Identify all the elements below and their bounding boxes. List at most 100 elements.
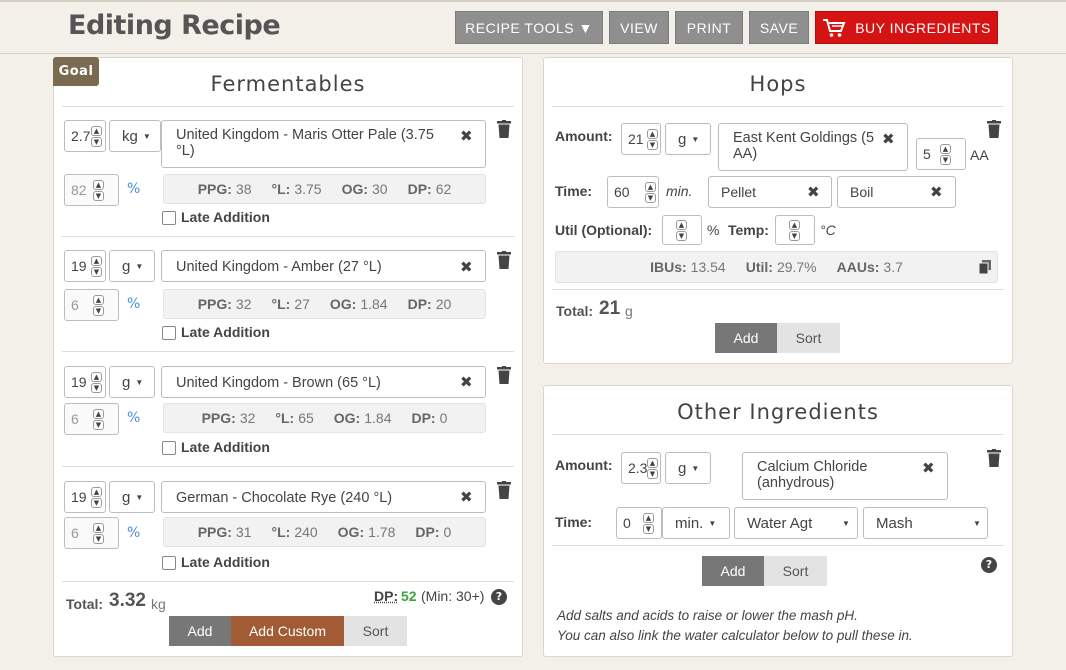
percent-stepper[interactable]: ▲ ▼ [93, 408, 104, 430]
lovibond-value: 65 [298, 410, 314, 426]
add-other-button[interactable]: Add [702, 556, 764, 586]
unit-select[interactable]: g ▼ [109, 250, 155, 282]
util-stepper[interactable]: ▲ ▼ [676, 219, 687, 241]
other-type-select[interactable]: Water Agt ▼ [734, 507, 858, 539]
other-ingredient-name[interactable]: Calcium Chloride (anhydrous) [742, 452, 948, 500]
clear-icon[interactable]: ✖ [882, 130, 895, 148]
divider [552, 106, 1004, 107]
clear-icon[interactable]: ✖ [460, 488, 473, 506]
percent-stepper[interactable]: ▲ ▼ [93, 522, 104, 544]
sort-hops-button[interactable]: Sort [777, 323, 840, 353]
late-addition-checkbox[interactable] [162, 211, 176, 225]
trash-icon[interactable] [987, 120, 1001, 138]
dp-value: 62 [435, 181, 452, 197]
dp-total-label: DP: [374, 588, 399, 604]
hop-form-value: Pellet [721, 184, 757, 200]
help-icon[interactable]: ? [491, 589, 507, 605]
unit-select[interactable]: g ▼ [109, 366, 155, 398]
amount-stepper[interactable]: ▲ ▼ [91, 125, 102, 147]
hops-time-stepper[interactable]: ▲ ▼ [645, 181, 656, 203]
other-time-unit-select[interactable]: min. ▼ [662, 507, 730, 539]
recipe-tools-button[interactable]: RECIPE TOOLS ▼ [455, 11, 603, 44]
fermentable-name[interactable]: German - Chocolate Rye (240 °L) [161, 481, 486, 513]
percent-input[interactable]: 6 [64, 289, 119, 321]
clear-icon[interactable]: ✖ [807, 183, 820, 201]
trash-icon[interactable] [497, 251, 511, 269]
other-amount-stepper[interactable]: ▲ ▼ [647, 457, 658, 479]
goal-tab[interactable]: Goal [53, 57, 99, 86]
hops-total-label: Total: [556, 303, 594, 319]
help-icon[interactable]: ? [981, 557, 997, 573]
aa-stepper[interactable]: ▲ ▼ [940, 143, 951, 165]
percent-input[interactable]: 6 [64, 403, 119, 435]
save-button[interactable]: SAVE [749, 11, 809, 44]
percent-input[interactable]: 6 [64, 517, 119, 549]
aa-label: AA [970, 147, 989, 163]
lovibond-value: 240 [294, 524, 318, 540]
hops-time-value: 60 [614, 184, 630, 200]
add-fermentable-button[interactable]: Add [169, 616, 231, 646]
late-addition-checkbox[interactable] [162, 326, 176, 340]
trash-icon[interactable] [497, 120, 511, 138]
hops-unit-select[interactable]: g ▼ [665, 123, 711, 155]
print-button[interactable]: PRINT [675, 11, 743, 44]
late-addition-checkbox[interactable] [162, 441, 176, 455]
add-hop-button[interactable]: Add [715, 323, 777, 353]
buy-ingredients-button[interactable]: BUY INGREDIENTS [815, 11, 998, 44]
util-stat-label: Util: [745, 259, 773, 275]
percent-stepper[interactable]: ▲ ▼ [93, 179, 104, 201]
temp-stepper[interactable]: ▲ ▼ [789, 219, 800, 241]
amount-stepper[interactable]: ▲ ▼ [91, 486, 102, 508]
util-label: Util (Optional): [555, 222, 653, 238]
og-value: 1.84 [364, 410, 392, 426]
late-addition-checkbox[interactable] [162, 556, 176, 570]
ppg-label: PPG: [197, 181, 232, 197]
amount-stepper[interactable]: ▲ ▼ [91, 255, 102, 277]
fermentable-name[interactable]: United Kingdom - Maris Otter Pale (3.75 … [161, 120, 486, 168]
unit-select[interactable]: g ▼ [109, 481, 155, 513]
chevron-down-icon: ▼ [142, 131, 151, 141]
amount-stepper[interactable]: ▲ ▼ [91, 371, 102, 393]
percent-stepper[interactable]: ▲ ▼ [93, 294, 104, 316]
total-unit: kg [151, 596, 166, 612]
percent-symbol: % [127, 525, 141, 541]
other-time-value: 0 [623, 515, 631, 531]
sort-other-button[interactable]: Sort [764, 556, 827, 586]
hops-unit-value: g [678, 130, 687, 148]
other-time-stepper[interactable]: ▲ ▼ [643, 512, 654, 534]
view-button[interactable]: VIEW [609, 11, 669, 44]
other-use-select[interactable]: Mash ▼ [863, 507, 988, 539]
dp-value: 0 [443, 524, 452, 540]
clear-icon[interactable]: ✖ [460, 373, 473, 391]
hop-stats: IBUs: 13.54 Util: 29.7% AAUs: 3.7 [555, 251, 998, 283]
late-addition-label: Late Addition [181, 554, 270, 570]
trash-icon[interactable] [497, 481, 511, 499]
other-time-input[interactable]: 0 [616, 507, 662, 539]
other-time-unit-value: min. [675, 514, 704, 532]
fermentable-name[interactable]: United Kingdom - Amber (27 °L) [161, 250, 486, 282]
copy-icon[interactable] [979, 260, 991, 274]
chevron-down-icon: ▼ [691, 463, 700, 473]
unit-select[interactable]: kg ▼ [109, 120, 161, 152]
hops-total-value: 21 [599, 298, 621, 319]
ppg-value: 38 [235, 181, 252, 197]
clear-icon[interactable]: ✖ [460, 258, 473, 276]
percent-input[interactable]: 82 [64, 174, 119, 206]
sort-fermentables-button[interactable]: Sort [344, 616, 407, 646]
other-unit-select[interactable]: g ▼ [665, 452, 711, 484]
trash-icon[interactable] [987, 449, 1001, 467]
unit-value: kg [122, 127, 138, 145]
percent-value: 6 [71, 525, 79, 541]
add-custom-button[interactable]: Add Custom [231, 616, 344, 646]
clear-icon[interactable]: ✖ [930, 183, 943, 201]
hops-amount-stepper[interactable]: ▲ ▼ [647, 128, 658, 150]
clear-icon[interactable]: ✖ [922, 459, 935, 477]
clear-icon[interactable]: ✖ [460, 127, 473, 145]
og-label: OG: [333, 410, 361, 426]
hops-time-unit: min. [666, 183, 693, 199]
trash-icon[interactable] [497, 366, 511, 384]
fermentable-name[interactable]: United Kingdom - Brown (65 °L) [161, 366, 486, 398]
dp-label: DP: [407, 296, 432, 312]
late-addition-label: Late Addition [181, 324, 270, 340]
hop-name[interactable]: East Kent Goldings (5 AA) [718, 123, 908, 171]
